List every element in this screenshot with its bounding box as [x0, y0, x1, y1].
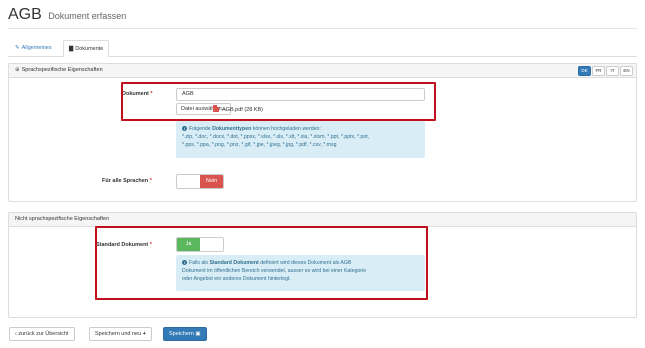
panel-heading: ⊕ Sprachspezifische Eigenschaften DE FR I…	[9, 64, 636, 78]
save-button-label: Speichern	[169, 331, 194, 337]
all-languages-label: Für alle Sprachen *	[102, 178, 152, 184]
save-button[interactable]: Speichern ▣	[163, 327, 207, 341]
panel-heading-label: Nicht sprachspezifische Eigenschaften	[15, 216, 110, 222]
back-button-label: zurück zur Übersicht	[18, 331, 69, 337]
info-text: Folgende	[189, 126, 213, 132]
toggle-no-label: Nein	[200, 175, 223, 188]
tab-bar: ✎ Allgemeines ▇ Dokumente	[8, 40, 637, 57]
page-title: AGB Dokument erfassen	[8, 6, 126, 24]
tab-label: Allgemeines	[21, 45, 52, 51]
back-to-overview-button[interactable]: ‹ zurück zur Übersicht	[9, 327, 75, 341]
lang-en-button[interactable]: EN	[620, 66, 633, 76]
pencil-icon: ✎	[15, 45, 20, 51]
plus-icon: +	[142, 331, 146, 337]
info-text: können hochgeladen werden:	[251, 126, 321, 132]
page-title-main: AGB	[8, 6, 42, 23]
lang-fr-button[interactable]: FR	[592, 66, 605, 76]
panel-heading: Nicht sprachspezifische Eigenschaften	[9, 213, 636, 227]
chevron-left-icon: ‹	[15, 331, 17, 337]
globe-icon: ⊕	[15, 67, 20, 73]
all-languages-toggle[interactable]: Nein	[176, 174, 224, 189]
lang-de-button[interactable]: DE	[578, 66, 591, 76]
allowed-types-line-3: *.pps, *.ppa, *.png, *.pnz, *.gif, *.jpe…	[182, 142, 337, 149]
panel-heading-label: Sprachspezifische Eigenschaften	[21, 67, 103, 73]
info-icon: i	[182, 126, 187, 131]
tab-label: Dokumente	[75, 46, 104, 52]
all-languages-label-text: Für alle Sprachen	[102, 178, 149, 184]
info-bold-text: Dokumenttypen	[212, 126, 252, 132]
page-subtitle: Dokument erfassen	[48, 11, 127, 21]
tab-allgemeines[interactable]: ✎ Allgemeines	[10, 40, 57, 57]
toggle-off-handle	[177, 175, 200, 188]
allowed-types-info: i Folgende Dokumenttypen können hochgelad…	[176, 121, 425, 158]
highlight-box-default-document	[95, 226, 428, 300]
lang-it-button[interactable]: IT	[606, 66, 619, 76]
allowed-types-line-1: i Folgende Dokumenttypen können hochgelad…	[182, 125, 419, 133]
allowed-types-line-2: *.zip, *.doc, *.docx, *.dot, *.ppsx, *.x…	[182, 134, 370, 141]
save-and-new-label: Speichern und neu	[95, 331, 142, 337]
language-switcher: DE FR IT EN	[578, 66, 633, 76]
save-and-new-button[interactable]: Speichern und neu +	[89, 327, 152, 341]
tab-dokumente[interactable]: ▇ Dokumente	[63, 40, 110, 57]
highlight-box-document	[121, 82, 436, 121]
required-mark: *	[149, 178, 152, 184]
floppy-disk-icon: ▣	[195, 331, 201, 337]
document-icon: ▇	[69, 46, 74, 52]
title-divider	[8, 28, 637, 29]
